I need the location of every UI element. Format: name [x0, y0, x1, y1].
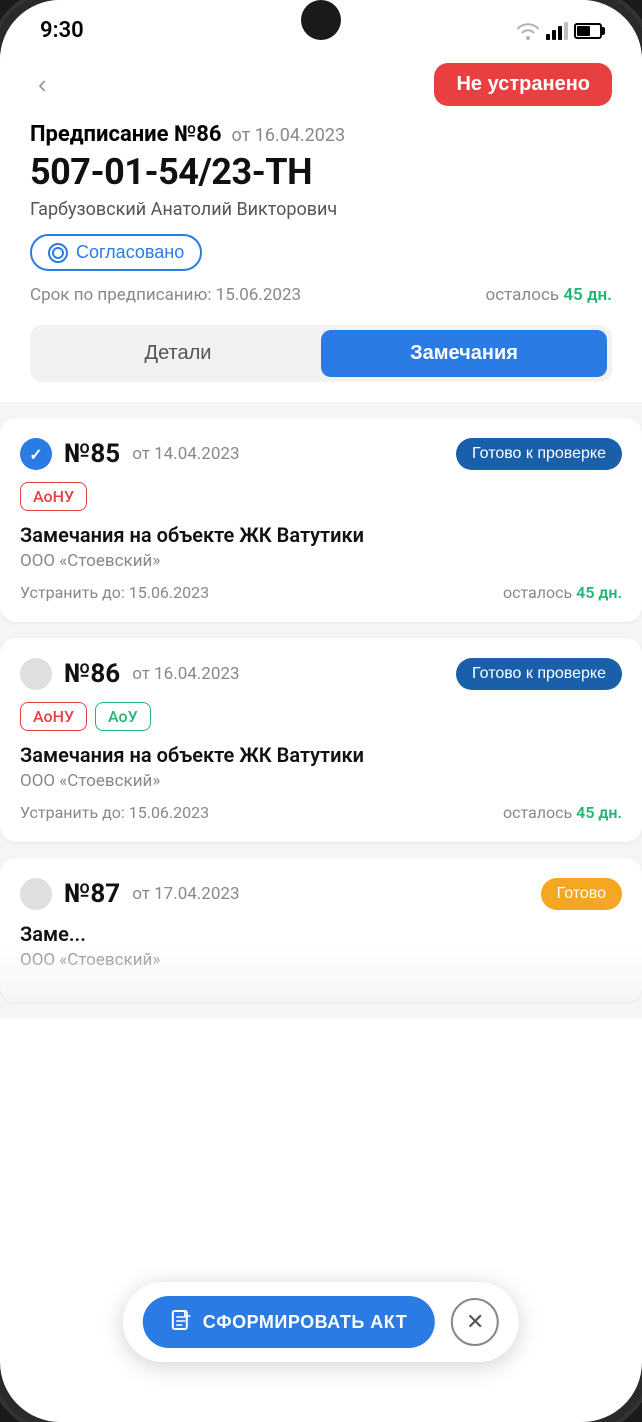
- remark-number-1: №85: [64, 439, 120, 469]
- prescription-label: Предписание №86: [30, 122, 222, 147]
- form-act-label: СФОРМИРОВАТЬ АКТ: [203, 1312, 407, 1333]
- status-badge-not-resolved[interactable]: Не устранено: [434, 63, 612, 106]
- remark-deadline-label-1: Устранить до: 15.06.2023: [20, 583, 209, 602]
- phone-frame: 9:30 ‹ Не устранено: [0, 0, 642, 1422]
- remark-date-1: от 14.04.2023: [132, 444, 239, 464]
- remaining-value: 45 дн.: [563, 285, 612, 305]
- remark-status-btn-3[interactable]: Готово: [541, 878, 622, 910]
- tabs-container: Детали Замечания: [30, 325, 612, 382]
- checkmark-icon: ✓: [29, 445, 42, 464]
- close-button[interactable]: ✕: [451, 1298, 499, 1346]
- remark-header-2: №86 от 16.04.2023 Готово к проверке: [20, 658, 622, 690]
- remark-deadline-1: Устранить до: 15.06.2023 осталось 45 дн.: [20, 583, 622, 602]
- agreed-text: Согласовано: [76, 242, 184, 263]
- back-button[interactable]: ‹: [30, 65, 55, 104]
- prescription-title-row: Предписание №86 от 16.04.2023: [30, 122, 612, 147]
- remark-status-btn-1[interactable]: Готово к проверке: [456, 438, 622, 470]
- remark-card-1: ✓ №85 от 14.04.2023 Готово к проверке Ао…: [0, 418, 642, 622]
- remark-number-2: №86: [64, 659, 120, 689]
- battery-icon: [574, 23, 602, 39]
- circle-icon: [52, 247, 64, 259]
- remark-tags-2: АоНУ АоУ: [20, 702, 622, 731]
- remark-deadline-label-2: Устранить до: 15.06.2023: [20, 803, 209, 822]
- form-act-button[interactable]: СФОРМИРОВАТЬ АКТ: [143, 1296, 435, 1348]
- agreed-badge-button[interactable]: Согласовано: [30, 234, 202, 271]
- deadline-row: Срок по предписанию: 15.06.2023 осталось…: [30, 285, 612, 305]
- remark-number-3: №87: [64, 879, 120, 909]
- deadline-label: Срок по предписанию: 15.06.2023: [30, 285, 301, 305]
- remark-title-1: Замечания на объекте ЖК Ватутики: [20, 523, 622, 547]
- remark-card-3: №87 от 17.04.2023 Готово Заме... ООО «Ст…: [0, 858, 642, 1002]
- remark-remaining-value-1: 45 дн.: [576, 583, 622, 602]
- tag-aonu-1: АоНУ: [20, 482, 87, 511]
- remark-date-2: от 16.04.2023: [132, 664, 239, 684]
- header: ‹ Не устранено: [0, 53, 642, 122]
- tab-remarks[interactable]: Замечания: [321, 330, 607, 377]
- remark-header-1: ✓ №85 от 14.04.2023 Готово к проверке: [20, 438, 622, 470]
- status-time: 9:30: [40, 18, 84, 43]
- document-icon: [171, 1310, 193, 1334]
- prescription-header: Предписание №86 от 16.04.2023 507-01-54/…: [30, 122, 612, 220]
- notch: [301, 0, 341, 40]
- status-icons: [516, 22, 602, 40]
- tag-aonu-2: АоНУ: [20, 702, 87, 731]
- tab-details[interactable]: Детали: [35, 330, 321, 377]
- remark-remaining-2: осталось 45 дн.: [503, 803, 622, 822]
- partial-overlay: [0, 942, 642, 1002]
- remark-card-2: №86 от 16.04.2023 Готово к проверке АоНУ…: [0, 638, 642, 842]
- remark-header-3: №87 от 17.04.2023 Готово: [20, 878, 622, 910]
- remark-date-3: от 17.04.2023: [132, 884, 239, 904]
- checkbox-unchecked-2[interactable]: [20, 658, 52, 690]
- remark-status-btn-2[interactable]: Готово к проверке: [456, 658, 622, 690]
- remaining-label: осталось 45 дн.: [486, 285, 612, 305]
- remark-title-2: Замечания на объекте ЖК Ватутики: [20, 743, 622, 767]
- wifi-icon: [516, 22, 540, 40]
- checkbox-unchecked-3[interactable]: [20, 878, 52, 910]
- remark-remaining-1: осталось 45 дн.: [503, 583, 622, 602]
- checkbox-checked-1[interactable]: ✓: [20, 438, 52, 470]
- prescription-content: Предписание №86 от 16.04.2023 507-01-54/…: [0, 122, 642, 382]
- prescription-number: 507-01-54/23-ТН: [30, 151, 612, 193]
- prescription-author: Гарбузовский Анатолий Викторович: [30, 199, 612, 220]
- remark-remaining-value-2: 45 дн.: [576, 803, 622, 822]
- bottom-action-bar: СФОРМИРОВАТЬ АКТ ✕: [123, 1282, 519, 1362]
- remark-company-1: ООО «Стоевский»: [20, 551, 622, 571]
- remarks-list: ✓ №85 от 14.04.2023 Готово к проверке Ао…: [0, 402, 642, 1018]
- remark-company-2: ООО «Стоевский»: [20, 771, 622, 791]
- agreed-icon: [48, 243, 68, 263]
- prescription-date: от 16.04.2023: [232, 125, 346, 146]
- remark-tags-1: АоНУ: [20, 482, 622, 511]
- remark-deadline-2: Устранить до: 15.06.2023 осталось 45 дн.: [20, 803, 622, 822]
- tag-aou-2: АоУ: [95, 702, 151, 731]
- signal-icon: [546, 22, 568, 40]
